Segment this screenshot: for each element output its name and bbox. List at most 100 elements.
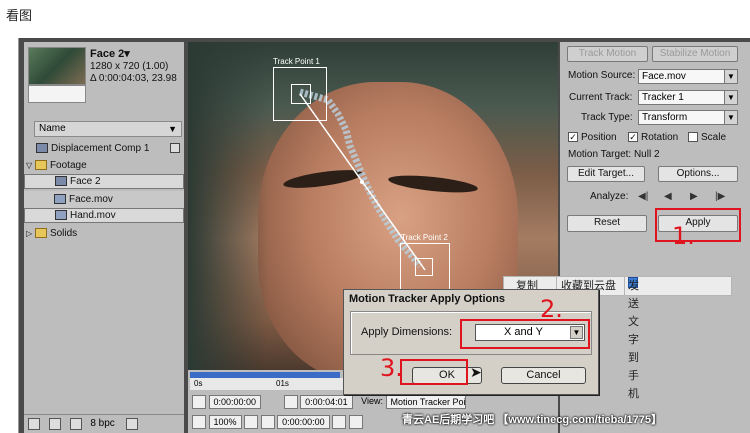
- checkmark-icon: ✓: [628, 132, 638, 143]
- annotation-step-3: 3.: [380, 354, 403, 382]
- interpret-footage-icon[interactable]: [28, 418, 40, 430]
- project-item-label: Footage: [49, 160, 87, 171]
- position-checkbox[interactable]: ✓ Position: [568, 132, 617, 143]
- project-item-label: Solids: [49, 228, 78, 239]
- thumbnail-caption-area: [28, 85, 86, 103]
- color-channel-icon[interactable]: [348, 414, 363, 429]
- rotation-label: Rotation: [641, 132, 679, 143]
- track-point-2-label: Track Point 2: [401, 233, 448, 242]
- project-item-face-mov[interactable]: Face.mov: [24, 191, 184, 208]
- grid-icon[interactable]: [260, 414, 275, 429]
- page-label: 看图: [6, 8, 33, 23]
- analyze-backward-icon[interactable]: ◀: [664, 191, 672, 202]
- annotation-dimensions-highlight: [460, 319, 590, 349]
- zoom-select[interactable]: 100%: [208, 414, 242, 429]
- position-label: Position: [581, 132, 617, 143]
- film-icon: [54, 194, 66, 205]
- analyze-back-one-frame-icon[interactable]: ◀|: [638, 191, 648, 202]
- safe-zones-icon[interactable]: [244, 414, 259, 429]
- annotation-ok-highlight: [400, 359, 468, 385]
- flowchart-icon[interactable]: [170, 143, 180, 153]
- view-select[interactable]: Motion Tracker Poin: [385, 394, 466, 409]
- send-to-phone-label: 发送文字到手机: [628, 280, 639, 400]
- checkmark-icon: ✓: [568, 132, 578, 143]
- footage-thumbnail: [28, 47, 86, 85]
- set-out-icon[interactable]: [283, 394, 298, 409]
- current-track-value: Tracker 1: [642, 92, 684, 103]
- new-comp-icon[interactable]: [69, 418, 82, 430]
- project-item-hand-mov[interactable]: Hand.mov: [24, 208, 184, 223]
- motion-target-text: Motion Target: Null 2: [568, 149, 660, 160]
- project-item-displacement-comp[interactable]: Displacement Comp 1: [24, 140, 184, 157]
- project-item-label: Hand.mov: [70, 210, 116, 221]
- timecode-end[interactable]: 0:00:04:01: [300, 394, 353, 409]
- set-in-icon[interactable]: [192, 394, 206, 409]
- track-point-1-label: Track Point 1: [273, 57, 320, 66]
- scale-label: Scale: [701, 132, 727, 143]
- chevron-down-icon: ▼: [168, 124, 177, 134]
- annotation-step-2: 2.: [540, 295, 563, 323]
- project-folder-solids[interactable]: ▷ Solids: [24, 225, 184, 242]
- options-button[interactable]: Options...: [658, 166, 738, 182]
- analyze-forward-one-frame-icon[interactable]: |▶: [715, 191, 725, 202]
- annotation-step-1: 1.: [672, 222, 695, 250]
- project-item-label: Face 2: [70, 176, 101, 187]
- track-point-2-feature-region[interactable]: [415, 258, 433, 276]
- analyze-forward-icon[interactable]: ▶: [690, 191, 698, 202]
- bit-depth-label[interactable]: 8 bpc: [90, 415, 114, 432]
- ruler-tick-0s: 0s: [194, 379, 203, 388]
- project-item-label: Face.mov: [69, 194, 113, 205]
- snapshot-icon[interactable]: [332, 414, 347, 429]
- scale-checkbox[interactable]: Scale: [688, 132, 726, 143]
- folder-icon: [34, 160, 47, 171]
- checkbox-box: [688, 132, 698, 143]
- chevron-down-icon: ▼: [724, 91, 737, 104]
- folder-icon: [34, 228, 47, 239]
- menu-divider: [624, 277, 625, 295]
- project-panel: Face 2▾ 1280 x 720 (1.00) Δ 0:00:04:03, …: [24, 42, 184, 433]
- disclosure-closed-icon[interactable]: ▷: [26, 229, 32, 238]
- project-item-duration: Δ 0:00:04:03, 23.98: [90, 73, 177, 84]
- name-column-label: Name: [39, 123, 66, 134]
- track-type-label: Track Type:: [581, 112, 633, 123]
- motion-source-value: Face.mov: [642, 71, 686, 82]
- project-folder-footage[interactable]: ▽ Footage: [24, 157, 184, 174]
- annotation-apply-highlight: [655, 208, 741, 242]
- mouse-cursor-icon: ➤: [470, 364, 482, 380]
- current-track-label: Current Track:: [569, 92, 633, 103]
- project-item-face-2[interactable]: Face 2: [24, 174, 184, 189]
- timecode-start[interactable]: 0:00:00:00: [208, 394, 262, 409]
- track-motion-button[interactable]: Track Motion: [567, 46, 648, 62]
- new-folder-icon[interactable]: [48, 418, 61, 430]
- view-label: View:: [361, 396, 384, 406]
- edit-target-button[interactable]: Edit Target...: [567, 166, 645, 182]
- always-preview-icon[interactable]: [192, 414, 206, 429]
- project-item-resolution: 1280 x 720 (1.00): [90, 61, 169, 72]
- apply-dimensions-label: Apply Dimensions:: [361, 326, 453, 338]
- track-type-value: Transform: [642, 112, 688, 123]
- project-item-label: Displacement Comp 1: [51, 143, 150, 154]
- track-point-1-feature-region[interactable]: [291, 84, 311, 104]
- track-type-select[interactable]: Transform ▼: [638, 110, 738, 125]
- reset-button[interactable]: Reset: [567, 215, 647, 232]
- watermark: 青云AE后期学习吧 【www.tinecg.com/tieba/1775】: [402, 414, 662, 426]
- current-track-select[interactable]: Tracker 1 ▼: [638, 90, 738, 105]
- analyze-label: Analyze:: [590, 191, 629, 202]
- current-time-display[interactable]: 0:00:00:00: [277, 414, 330, 429]
- motion-source-select[interactable]: Face.mov ▼: [638, 69, 738, 84]
- motion-source-label: Motion Source:: [568, 70, 636, 81]
- name-column-header[interactable]: Name ▼: [34, 121, 182, 137]
- disclosure-open-icon[interactable]: ▽: [26, 161, 32, 170]
- rotation-checkbox[interactable]: ✓ Rotation: [628, 132, 678, 143]
- comp-icon: [36, 143, 48, 154]
- project-item-name[interactable]: Face 2▾: [90, 47, 130, 60]
- chevron-down-icon: ▼: [724, 70, 737, 83]
- ruler-tick-01s: 01s: [276, 379, 289, 388]
- comp-icon: [55, 176, 67, 187]
- film-icon: [55, 210, 67, 221]
- cancel-button[interactable]: Cancel: [501, 367, 586, 384]
- project-panel-footer: 8 bpc: [24, 414, 184, 433]
- chevron-down-icon: ▼: [724, 111, 737, 124]
- trash-icon[interactable]: [125, 418, 138, 430]
- stabilize-motion-button[interactable]: Stabilize Motion: [652, 46, 738, 62]
